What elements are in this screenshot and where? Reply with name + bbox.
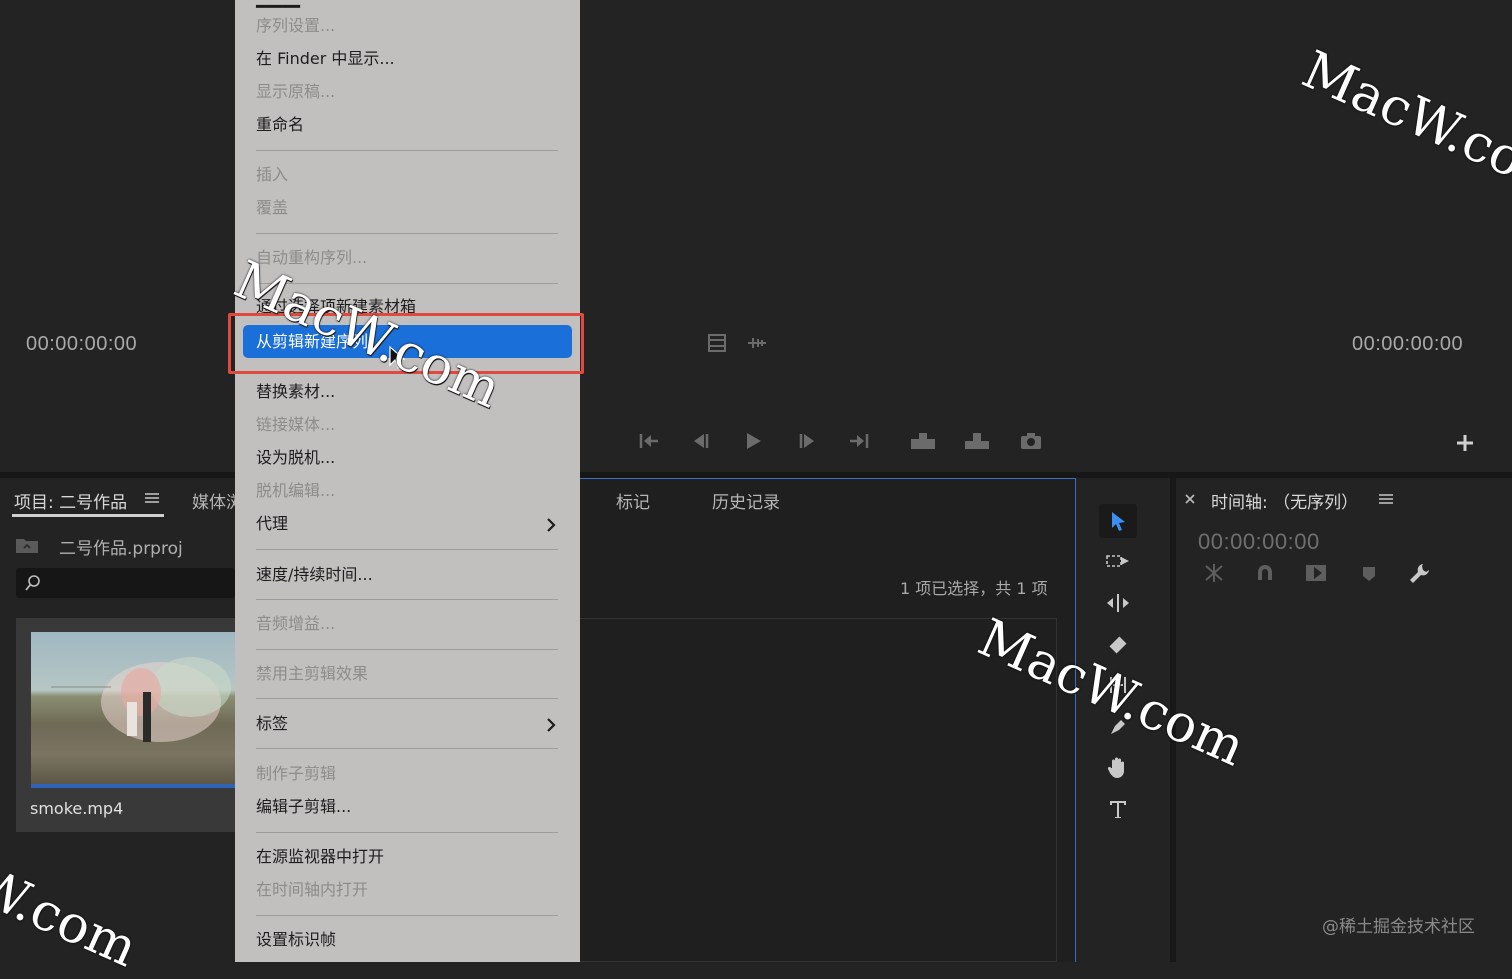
ripple-edit-tool-icon[interactable] [1099,586,1137,620]
export-frame-camera-icon[interactable] [1014,426,1048,456]
menu-item-label[interactable]: 标签 [256,709,288,739]
track-select-tool-icon[interactable] [1099,545,1137,579]
menu-separator [256,283,558,284]
menu-item-audio-gain[interactable]: 音频增益... [256,609,335,639]
close-icon[interactable] [1184,491,1196,505]
selection-status: 1 项已选择，共 1 项 [900,579,1048,598]
menu-separator [256,233,558,234]
menu-item-partial[interactable]: ▁▁▁ [256,0,300,8]
menu-item-make-subclip[interactable]: 制作子剪辑 [256,759,336,789]
menu-item-speed-duration[interactable]: 速度/持续时间... [256,560,373,590]
pen-tool-icon[interactable] [1099,710,1137,744]
menu-item-open-in-source-monitor[interactable]: 在源监视器中打开 [256,842,384,872]
menu-item-edit-offline[interactable]: 脱机编辑... [256,476,335,506]
project-search-input[interactable] [16,568,235,598]
tab-history[interactable]: 历史记录 [712,488,780,513]
source-credit: @稀土掘金技术社区 [1322,917,1475,937]
panel-menu-icon[interactable] [144,490,160,506]
menu-separator [256,748,558,749]
clip-name[interactable]: smoke.mp4 [30,799,123,818]
menu-separator [256,150,558,151]
active-tab-underline [12,514,164,517]
list-area [580,618,1057,962]
menu-item-make-offline[interactable]: 设为脱机... [256,443,335,473]
step-back-icon[interactable] [684,426,718,456]
project-file-name: 二号作品.prproj [59,539,183,559]
menu-item-proxy[interactable]: 代理 [256,509,288,539]
nest-sequence-icon[interactable] [1202,562,1226,584]
tab-media-browser[interactable]: 媒体浏 [192,488,235,513]
go-to-in-icon[interactable] [632,426,666,456]
tab-project[interactable]: 项目: 二号作品 [14,488,127,513]
menu-separator [256,915,558,916]
add-marker-icon[interactable] [1360,564,1378,584]
menu-item-replace-footage[interactable]: 替换素材... [256,377,335,407]
audio-waveform-icon[interactable] [740,328,774,358]
menu-item-set-poster-frame[interactable]: 设置标识帧 [256,925,336,955]
menu-separator [256,649,558,650]
clip-thumbnail-image[interactable] [31,632,235,785]
source-timecode[interactable]: 00:00:00:00 [26,333,137,356]
tab-markers[interactable]: 标记 [616,488,650,513]
slip-tool-icon[interactable] [1099,668,1137,702]
menu-item-overwrite[interactable]: 覆盖 [256,193,288,223]
chevron-right-icon [543,715,559,735]
insert-icon[interactable] [906,426,940,456]
menu-item-link-media[interactable]: 链接媒体... [256,410,335,440]
menu-item-insert[interactable]: 插入 [256,160,288,190]
timeline-timecode[interactable]: 00:00:00:00 [1198,529,1320,555]
timeline-menu-icon[interactable] [1378,491,1394,507]
timeline-title[interactable]: 时间轴: （无序列） [1211,488,1358,513]
folder-up-icon[interactable] [14,535,40,555]
menu-item-disable-masterclip-effects[interactable]: 禁用主剪辑效果 [256,659,368,689]
annotation-highlight-box [228,313,584,374]
wrench-settings-icon[interactable] [1408,562,1432,584]
overwrite-icon[interactable] [960,426,994,456]
menu-separator [256,698,558,699]
monitor-area [0,0,1512,472]
menu-item-auto-reframe[interactable]: 自动重构序列... [256,243,367,273]
selection-tool-icon[interactable] [1099,504,1137,538]
play-icon[interactable] [736,426,770,456]
menu-separator [256,599,558,600]
search-icon [24,574,42,592]
menu-separator [256,549,558,550]
clip-usage-bar [31,784,235,788]
menu-item-sequence-settings[interactable]: 序列设置... [256,11,335,41]
go-to-out-icon[interactable] [842,426,876,456]
menu-item-show-original[interactable]: 显示原稿... [256,77,335,107]
menu-item-rename[interactable]: 重命名 [256,110,304,140]
film-frame-icon[interactable] [700,328,734,358]
linked-selection-icon[interactable] [1304,562,1328,584]
menu-separator [256,832,558,833]
add-button-icon[interactable] [1448,428,1482,458]
type-tool-icon[interactable] [1099,792,1137,826]
hand-tool-icon[interactable] [1099,750,1137,784]
menu-item-reveal-in-finder[interactable]: 在 Finder 中显示... [256,44,395,74]
program-timecode[interactable]: 00:00:00:00 [1352,333,1463,356]
menu-item-edit-subclip[interactable]: 编辑子剪辑... [256,792,351,822]
snap-magnet-icon[interactable] [1254,562,1276,584]
chevron-right-icon [543,515,559,535]
menu-item-open-in-timeline[interactable]: 在时间轴内打开 [256,875,368,905]
mouse-cursor-icon [388,345,406,371]
razor-tool-icon[interactable] [1099,628,1137,662]
step-forward-icon[interactable] [790,426,824,456]
